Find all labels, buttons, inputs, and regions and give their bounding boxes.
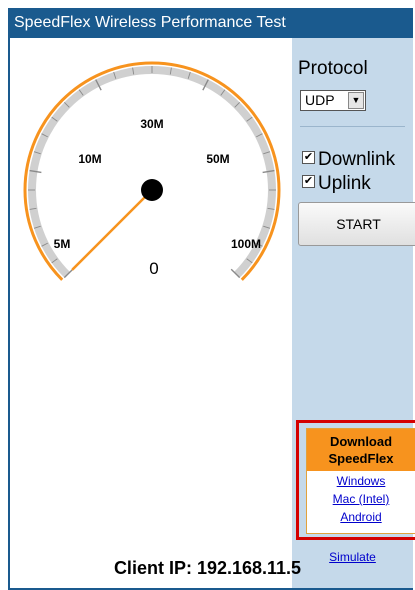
download-subtitle: SpeedFlex: [328, 451, 394, 466]
gauge-label-10m: 10M: [78, 152, 101, 166]
divider: [300, 126, 405, 127]
download-header: Download SpeedFlex: [307, 429, 415, 471]
download-highlight: Download SpeedFlex Windows Mac (Intel) A…: [296, 420, 415, 540]
download-android-link[interactable]: Android: [307, 510, 415, 524]
client-ip: Client IP: 192.168.11.5: [113, 558, 302, 578]
gauge-needle: [71, 188, 154, 271]
gauge-label-30m: 30M: [140, 117, 163, 131]
uplink-label: Uplink: [318, 173, 371, 194]
gauge-label-5m: 5M: [54, 237, 71, 251]
gauge-hub: [141, 179, 163, 201]
download-windows-link[interactable]: Windows: [307, 474, 415, 488]
gauge-dial: 5M 10M 30M 50M 100M 0: [23, 61, 281, 281]
gauge-label-100m: 100M: [231, 237, 261, 251]
download-mac-link[interactable]: Mac (Intel): [307, 492, 415, 506]
test-content: 5M 10M 30M 50M 100M 0 Protocol UDP ▼ ✔ Do…: [8, 38, 415, 590]
uplink-checkbox[interactable]: ✔: [302, 175, 315, 189]
download-box: Download SpeedFlex Windows Mac (Intel) A…: [306, 428, 415, 534]
downlink-option[interactable]: ✔ Downlink: [302, 149, 395, 171]
speed-gauge: 5M 10M 30M 50M 100M 0: [10, 38, 292, 588]
protocol-select[interactable]: UDP ▼: [300, 90, 366, 111]
start-button[interactable]: START: [298, 202, 415, 246]
gauge-reading: 0: [149, 259, 158, 278]
protocol-label: Protocol: [298, 58, 368, 79]
uplink-option[interactable]: ✔ Uplink: [302, 173, 371, 195]
downlink-label: Downlink: [318, 149, 396, 170]
speedflex-window: SpeedFlex Wireless Performance Test 5M 1…: [8, 8, 415, 590]
window-title: SpeedFlex Wireless Performance Test: [8, 8, 413, 38]
protocol-select-value: UDP: [305, 92, 335, 108]
downlink-checkbox[interactable]: ✔: [302, 151, 315, 165]
download-title: Download: [329, 434, 393, 449]
gauge-label-50m: 50M: [206, 152, 229, 166]
chevron-down-icon[interactable]: ▼: [348, 92, 364, 109]
control-panel: Protocol UDP ▼ ✔ Downlink ✔ Uplink START D…: [292, 38, 415, 588]
